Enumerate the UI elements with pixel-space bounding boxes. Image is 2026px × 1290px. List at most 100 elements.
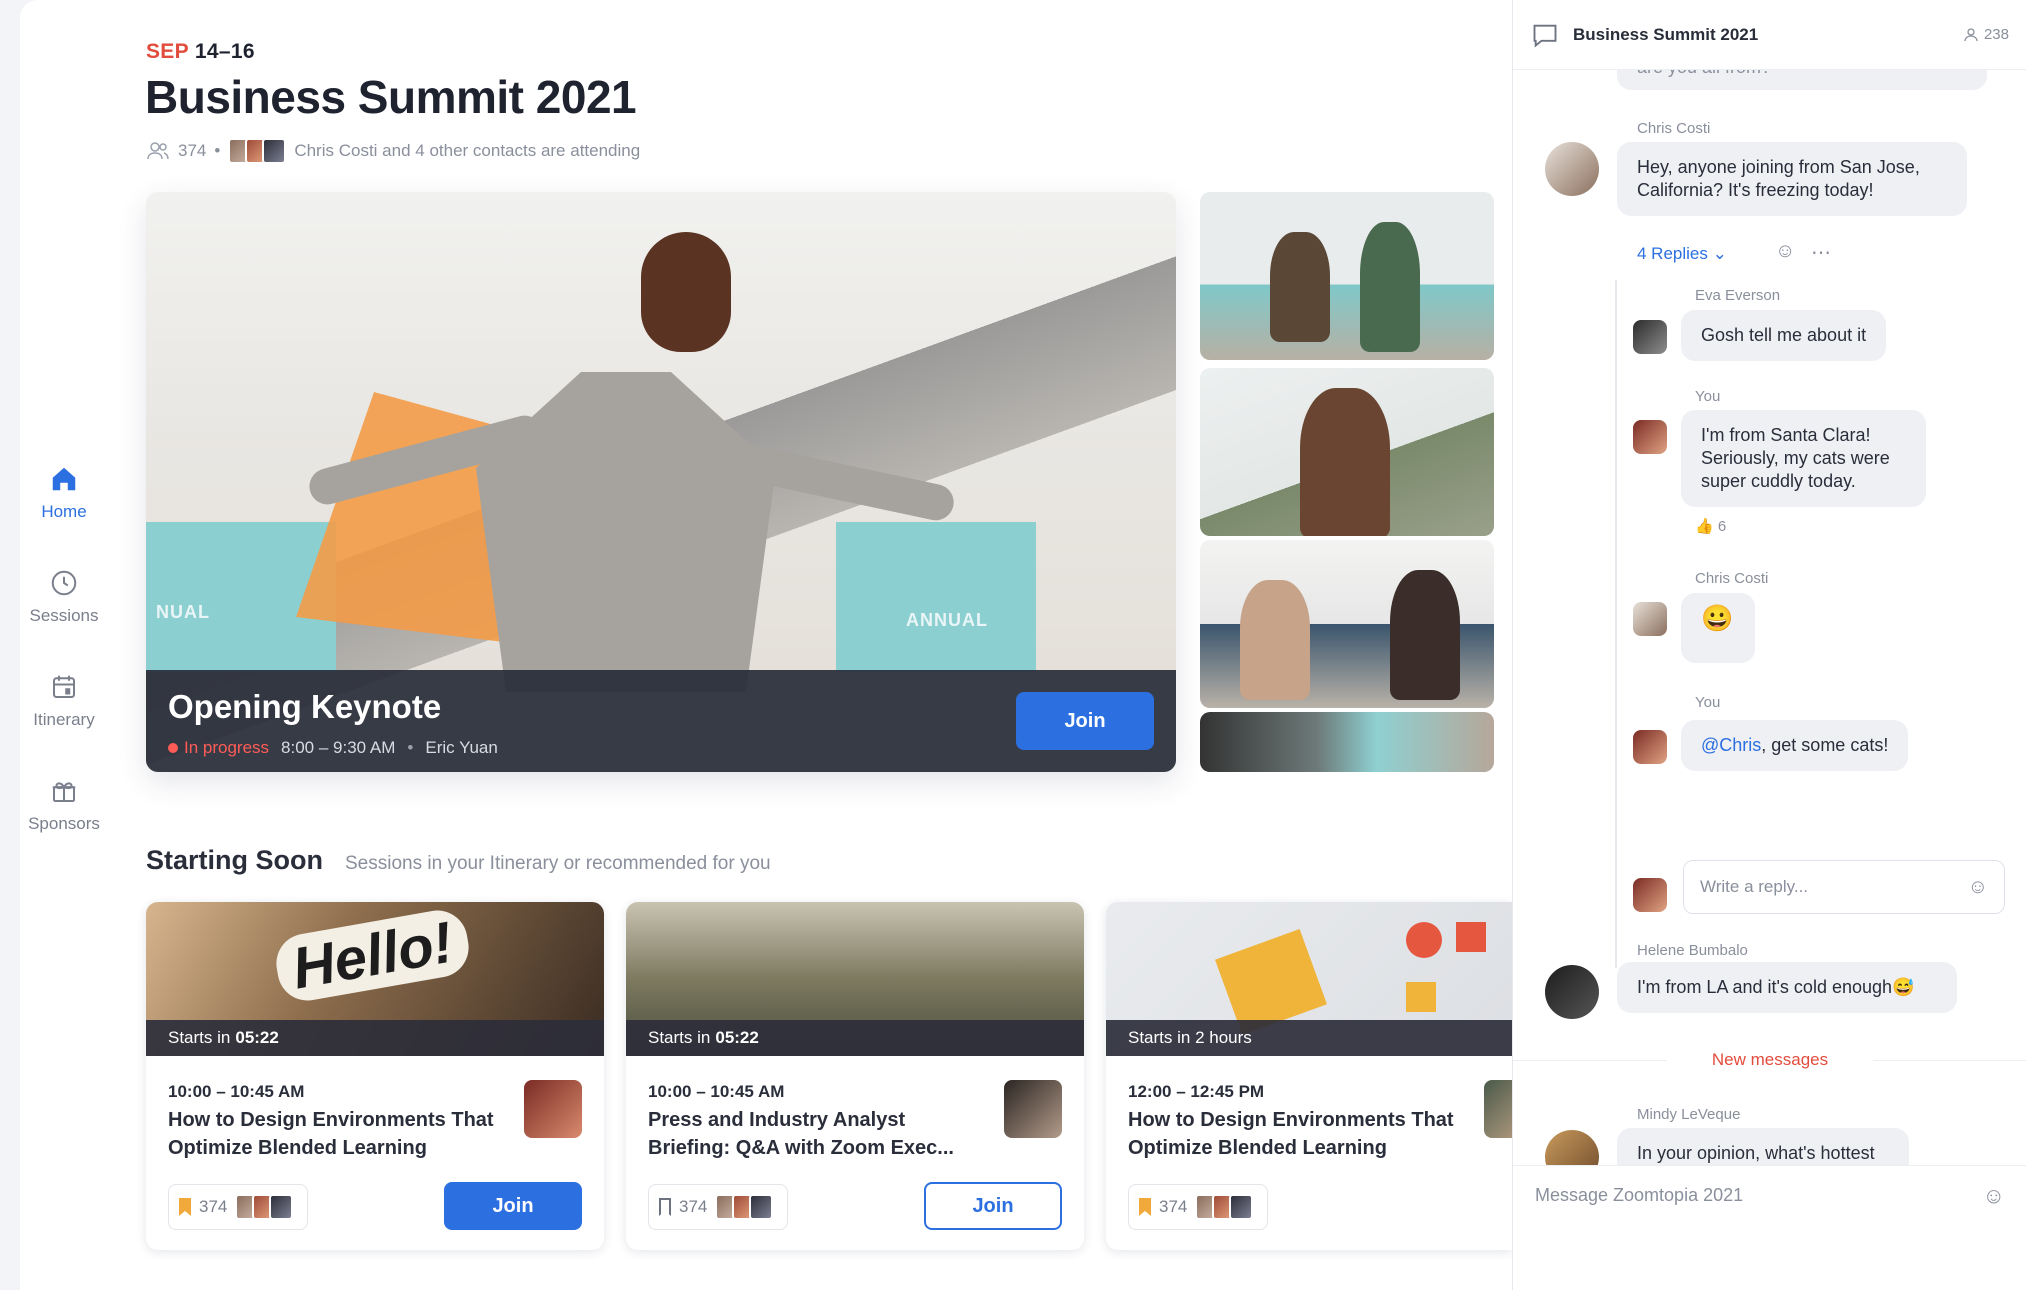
chat-bubble-icon — [1533, 24, 1557, 47]
keynote-speaker: Eric Yuan — [425, 738, 498, 757]
session-attendee-count: 374 — [1159, 1197, 1188, 1216]
event-main-panel: Home Sessions Itinerary Sponsors SEP 14–1… — [20, 0, 1512, 1290]
message-list[interactable]: are you all from? Chris Costi Hey, anyon… — [1513, 70, 2026, 1165]
contact-avatars — [228, 138, 287, 164]
page-title: Business Summit 2021 — [145, 71, 637, 123]
message-author: Mindy LeVeque — [1637, 1106, 1741, 1123]
speaker-avatar — [1004, 1080, 1062, 1138]
message-author: You — [1695, 694, 1721, 711]
session-title: Press and Industry Analyst Briefing: Q&A… — [648, 1109, 954, 1159]
message-author: Eva Everson — [1695, 287, 1781, 304]
separator-dot — [407, 738, 413, 758]
bookmark-icon[interactable] — [179, 1198, 191, 1216]
thread-line — [1615, 280, 1617, 968]
message-author: You — [1695, 388, 1721, 405]
nav-sponsors[interactable]: Sponsors — [20, 752, 108, 856]
session-join-button[interactable]: Join — [444, 1182, 582, 1230]
session-countdown: Starts in 05:22 — [146, 1020, 604, 1056]
emoji-icon[interactable]: ☺ — [1983, 1183, 2005, 1209]
avatar — [1633, 878, 1667, 912]
message-bubble: I'm from LA and it's cold enough😅 — [1617, 962, 1957, 1013]
banner-text-left: NUAL — [156, 602, 210, 622]
session-attendees: 374 — [648, 1184, 788, 1230]
attendee-avatars — [715, 1194, 774, 1220]
event-month: SEP — [146, 40, 189, 63]
keynote-hero[interactable]: NUAL ANNUAL Opening Keynote In progress … — [146, 192, 1176, 772]
nav-sessions[interactable]: Sessions — [20, 544, 108, 648]
participant-count[interactable]: 238 — [1964, 26, 2009, 43]
session-attendees: 374 — [1128, 1184, 1268, 1230]
clock-icon — [47, 566, 81, 600]
chevron-down-icon: ⌄ — [1712, 244, 1727, 263]
mention-link[interactable]: @Chris — [1701, 735, 1761, 755]
stage-thumbnail-panel[interactable] — [1200, 540, 1494, 708]
live-status: In progress — [168, 738, 269, 758]
avatar — [1545, 142, 1599, 196]
message-author: Helene Bumbalo — [1637, 942, 1748, 959]
person-icon — [1964, 27, 1978, 41]
session-title: How to Design Environments That Optimize… — [1128, 1109, 1454, 1159]
session-card[interactable]: Starts in 2 hours 12:00 – 12:45 PM How t… — [1106, 902, 1512, 1250]
add-reaction-icon[interactable]: ☺ — [1775, 240, 1795, 263]
section-subtitle: Sessions in your Itinerary or recommende… — [345, 853, 771, 874]
chat-title: Business Summit 2021 — [1573, 24, 1759, 44]
bookmark-icon[interactable] — [1139, 1198, 1151, 1216]
session-attendee-count: 374 — [199, 1197, 228, 1216]
stage-thumbnail-speaker[interactable] — [1200, 368, 1494, 536]
attendee-avatars — [235, 1194, 294, 1220]
message-author: Chris Costi — [1637, 120, 1711, 137]
event-date: SEP 14–16 — [146, 40, 255, 64]
attendee-count: 374 — [178, 141, 207, 160]
banner-text-right: ANNUAL — [906, 610, 988, 630]
session-card[interactable]: Starts in 05:22 10:00 – 10:45 AM Press an… — [626, 902, 1084, 1250]
home-icon — [47, 462, 81, 496]
keynote-meta: In progress 8:00 – 9:30 AM Eric Yuan — [168, 738, 498, 758]
nav-home-label: Home — [41, 502, 87, 521]
nav-home[interactable]: Home — [20, 440, 108, 544]
session-countdown: Starts in 2 hours — [1106, 1020, 1512, 1056]
emoji-icon[interactable]: ☺ — [1968, 876, 1988, 899]
session-attendee-count: 374 — [679, 1197, 708, 1216]
more-options-icon[interactable]: ⋯ — [1811, 240, 1831, 265]
nav-itinerary[interactable]: Itinerary — [20, 648, 108, 752]
message-bubble: I'm from Santa Clara! Seriously, my cats… — [1681, 410, 1926, 507]
session-time: 12:00 – 12:45 PM — [1128, 1082, 1265, 1101]
nav-itinerary-label: Itinerary — [33, 710, 95, 729]
left-nav: Home Sessions Itinerary Sponsors — [20, 440, 108, 856]
message-bubble: In your opinion, what's hottest in the s… — [1617, 1128, 1909, 1165]
chat-header: Business Summit 2021 238 — [1513, 0, 2026, 70]
session-join-button[interactable]: Join — [924, 1182, 1062, 1230]
avatar — [1633, 730, 1667, 764]
nav-sponsors-label: Sponsors — [28, 814, 100, 833]
message-bubble: @Chris, get some cats! — [1681, 720, 1909, 771]
speaker-avatar — [524, 1080, 582, 1138]
reaction-count[interactable]: 👍 6 — [1695, 517, 1726, 535]
separator-dot: • — [214, 141, 221, 160]
stage-thumbnail-band[interactable] — [1200, 192, 1494, 360]
stage-thumbnail-guitar[interactable] — [1200, 712, 1494, 772]
avatar — [1545, 1130, 1599, 1165]
people-icon — [147, 142, 169, 160]
keynote-time: 8:00 – 9:30 AM — [281, 738, 396, 757]
bookmark-icon[interactable] — [659, 1198, 671, 1216]
session-card[interactable]: Hello! Starts in 05:22 10:00 – 10:45 AM H… — [146, 902, 604, 1250]
session-title: How to Design Environments That Optimize… — [168, 1109, 494, 1159]
avatar — [1633, 602, 1667, 636]
thumbs-up-icon: 👍 — [1695, 518, 1714, 535]
gift-icon — [47, 774, 81, 808]
reply-input[interactable]: Write a reply... ☺ — [1683, 860, 2005, 914]
speaker-avatar — [1484, 1080, 1512, 1138]
event-days: 14–16 — [194, 40, 255, 63]
replies-toggle[interactable]: 4 Replies ⌄ — [1637, 244, 1727, 264]
message-bubble: are you all from? — [1617, 70, 1987, 90]
session-time: 10:00 – 10:45 AM — [168, 1082, 305, 1101]
session-attendees: 374 — [168, 1184, 308, 1230]
avatar — [1545, 965, 1599, 1019]
message-compose-input[interactable]: Message Zoomtopia 2021 ☺ — [1513, 1165, 2026, 1225]
message-bubble: Gosh tell me about it — [1681, 310, 1887, 361]
session-countdown: Starts in 05:22 — [626, 1020, 1084, 1056]
keynote-info-bar: Opening Keynote In progress 8:00 – 9:30 … — [146, 670, 1176, 772]
attendee-avatars — [1195, 1194, 1254, 1220]
keynote-join-button[interactable]: Join — [1016, 692, 1154, 750]
keynote-title: Opening Keynote — [168, 688, 442, 725]
